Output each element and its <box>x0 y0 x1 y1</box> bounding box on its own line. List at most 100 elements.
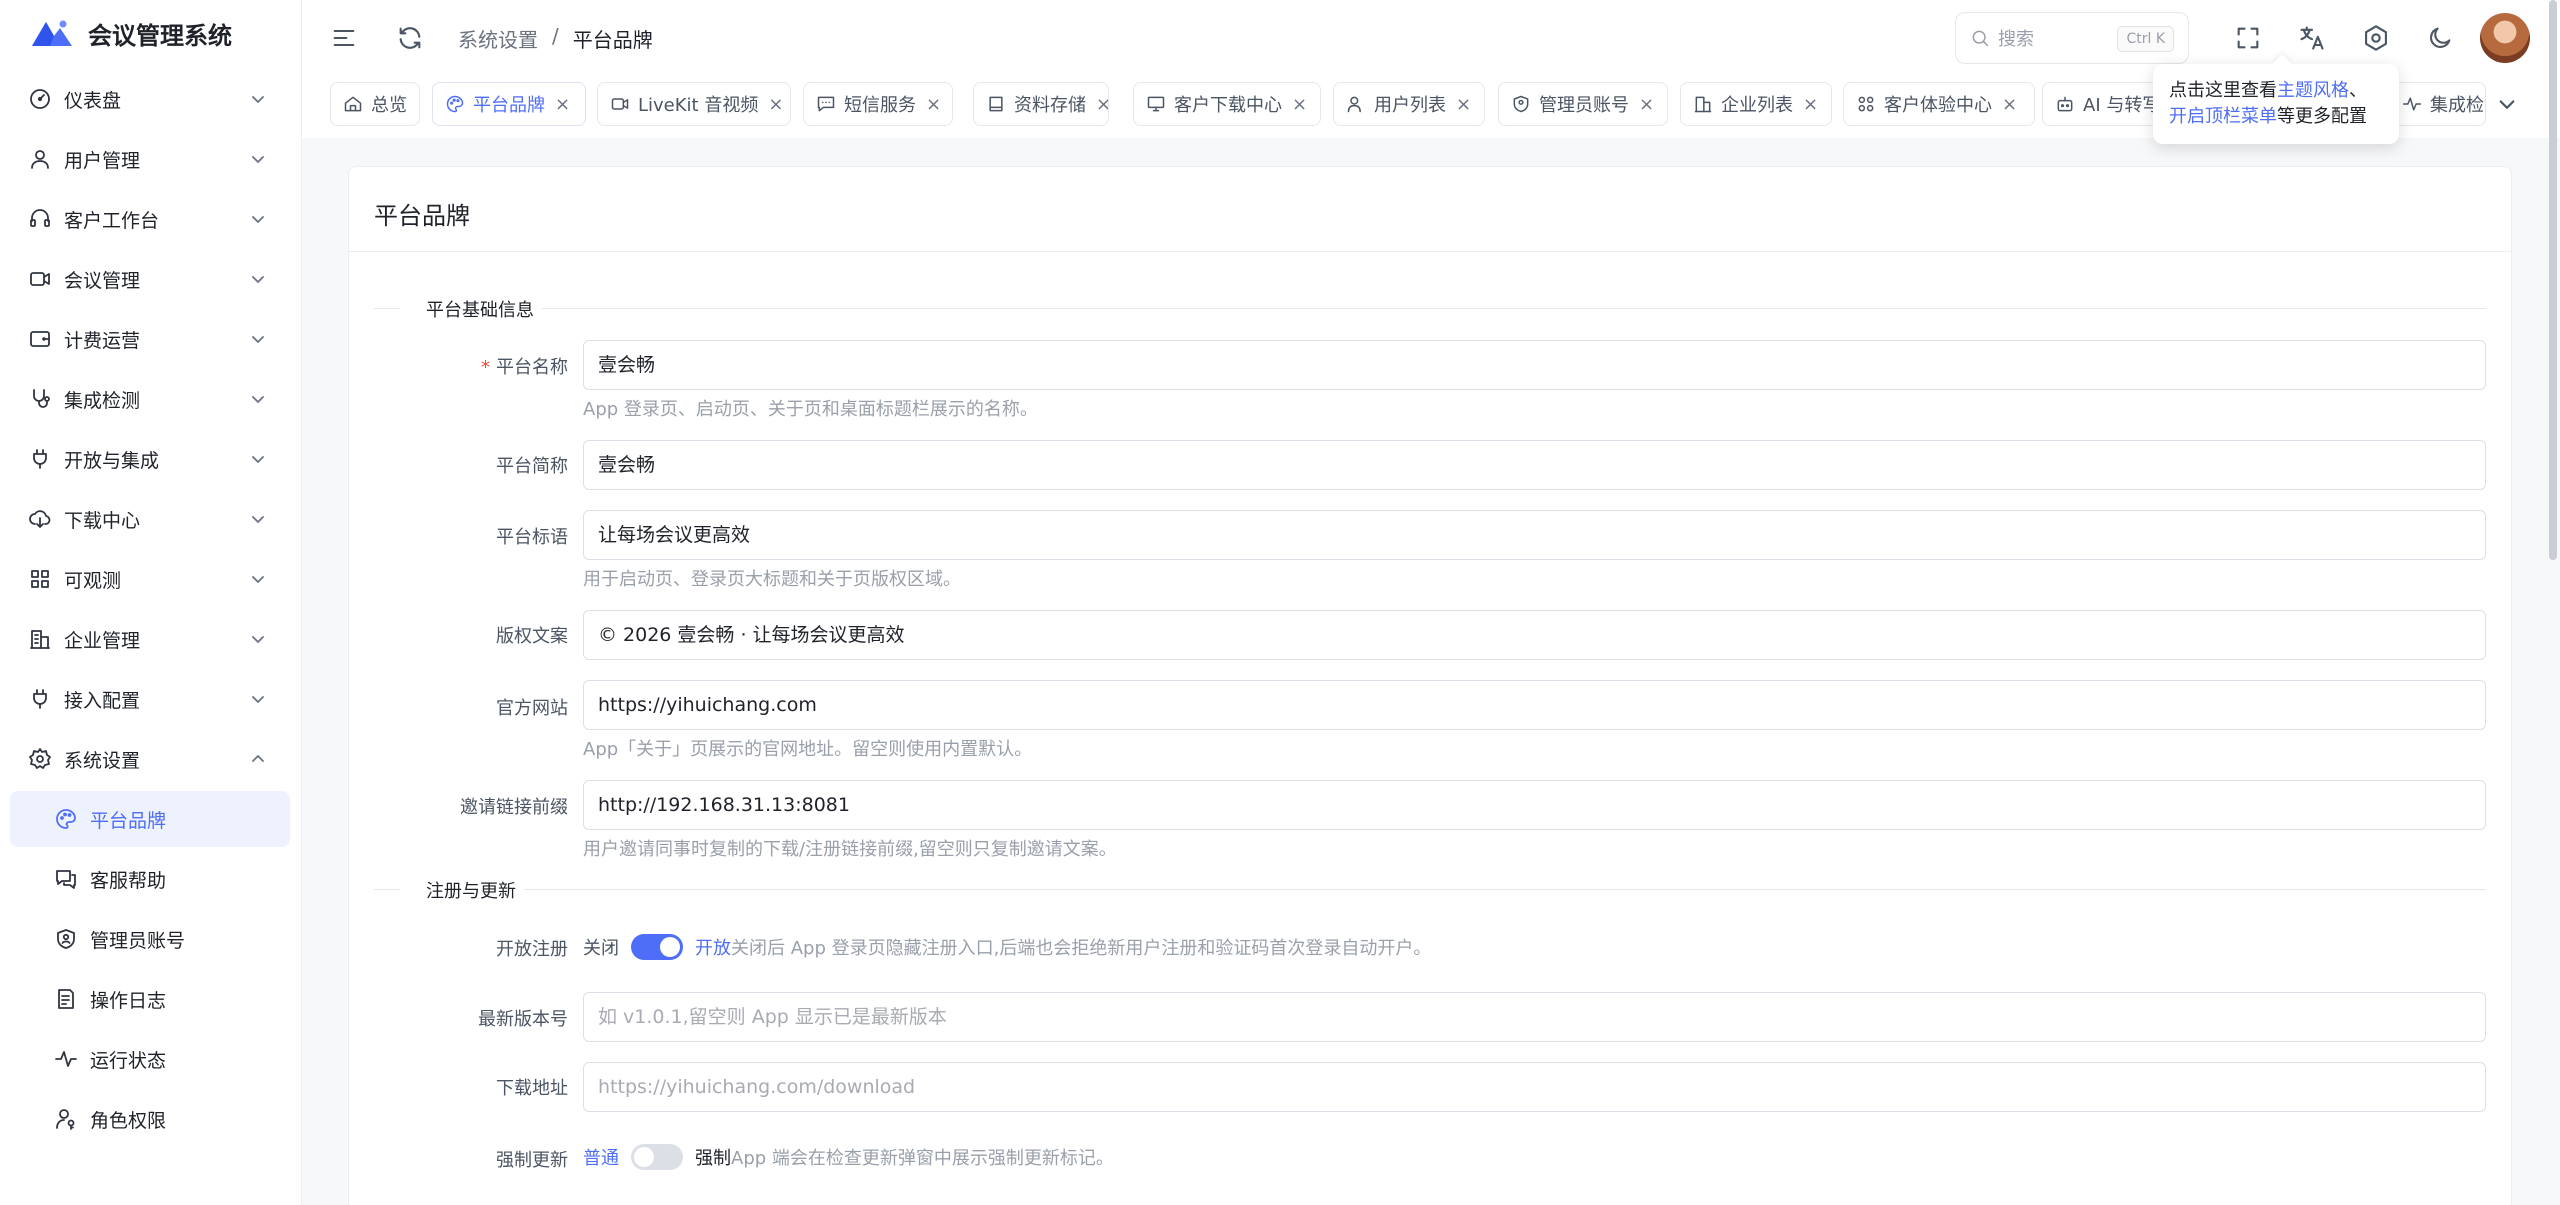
sidebar-item-downloads[interactable]: 下载中心 <box>10 491 290 547</box>
breadcrumb-item[interactable]: 系统设置 <box>458 24 538 53</box>
platform-name-input[interactable]: 壹会畅 <box>583 340 2486 390</box>
breadcrumb: 系统设置 / 平台品牌 <box>458 24 653 53</box>
website-input[interactable]: https://yihuichang.com <box>583 680 2486 730</box>
search-placeholder: 搜索 <box>1998 29 2034 50</box>
tabs-more-button[interactable] <box>2488 82 2526 126</box>
home-icon <box>343 94 363 114</box>
sidebar-item-meetings[interactable]: 会议管理 <box>10 251 290 307</box>
close-icon[interactable]: × <box>926 94 941 115</box>
tab-label: 客户下载中心 <box>1174 95 1282 116</box>
sidebar-item-billing[interactable]: 计费运营 <box>10 311 290 367</box>
wallet-icon <box>28 327 52 351</box>
avatar[interactable] <box>2480 13 2530 63</box>
force-update-row: 普通 强制 App 端会在检查更新弹窗中展示强制更新标记。 <box>583 1142 1114 1172</box>
close-icon[interactable]: × <box>1639 94 1654 115</box>
platform-short-name-input[interactable]: 壹会畅 <box>583 440 2486 490</box>
sidebar-item-enterprise[interactable]: 企业管理 <box>10 611 290 667</box>
switch-off-label: 关闭 <box>583 938 619 959</box>
field-hint: 关闭后 App 登录页隐藏注册入口,后端也会拒绝新用户注册和验证码首次登录自动开… <box>731 938 1432 959</box>
sidebar-item-open-integration[interactable]: 开放与集成 <box>10 431 290 487</box>
invite-prefix-input[interactable]: http://192.168.31.13:8081 <box>583 780 2486 830</box>
video-icon <box>610 94 630 114</box>
sidebar-item-integration-check[interactable]: 集成检测 <box>10 371 290 427</box>
close-icon[interactable]: × <box>1096 94 1108 115</box>
refresh-icon[interactable] <box>396 24 424 52</box>
force-update-switch[interactable] <box>631 1144 683 1170</box>
sidebar-item-customer-workbench[interactable]: 客户工作台 <box>10 191 290 247</box>
pulse-icon <box>2402 94 2422 114</box>
platform-slogan-input[interactable]: 让每场会议更高效 <box>583 510 2486 560</box>
fullscreen-icon[interactable] <box>2234 24 2262 52</box>
shield-icon <box>1511 94 1531 114</box>
tab-label: AI 与转写 <box>2083 95 2161 116</box>
close-icon[interactable]: × <box>1803 94 1818 115</box>
sidebar-subitem-operation-log[interactable]: 操作日志 <box>10 971 290 1027</box>
sidebar-item-label: 企业管理 <box>64 629 141 652</box>
translate-icon[interactable] <box>2298 24 2326 52</box>
sidebar-subitem-admin-accounts[interactable]: 管理员账号 <box>10 911 290 967</box>
sidebar-item-observability[interactable]: 可观测 <box>10 551 290 607</box>
chat-icon <box>54 867 78 891</box>
tab-customer-downloads[interactable]: 客户下载中心 × <box>1133 82 1321 126</box>
user-icon <box>1346 94 1366 114</box>
grid-icon <box>28 567 52 591</box>
brand[interactable]: 会议管理系统 <box>30 14 232 52</box>
sidebar: 会议管理系统 仪表盘 用户管理 客户工作台 会议管理 计费运营 集成检测 开放与… <box>0 0 302 1205</box>
close-icon[interactable]: × <box>2002 94 2017 115</box>
divider <box>524 889 2486 890</box>
sidebar-item-system-settings[interactable]: 系统设置 <box>10 731 290 787</box>
tab-user-list[interactable]: 用户列表 × <box>1333 82 1485 126</box>
top-menu-link[interactable]: 开启顶栏菜单 <box>2169 106 2277 127</box>
chevron-down-icon <box>2497 94 2517 114</box>
latest-version-input[interactable]: 如 v1.0.1,留空则 App 显示已是最新版本 <box>583 992 2486 1042</box>
field-hint: 用户邀请同事时复制的下载/注册链接前缀,留空则只复制邀请文案。 <box>583 839 1117 860</box>
theme-style-link[interactable]: 主题风格 <box>2277 80 2349 101</box>
sidebar-item-label: 用户管理 <box>64 149 141 172</box>
field-hint: 用于启动页、登录页大标题和关于页版权区域。 <box>583 569 961 590</box>
tooltip-text: 等更多配置 <box>2277 106 2367 127</box>
sidebar-subitem-platform-brand[interactable]: 平台品牌 <box>10 791 290 847</box>
page-scrollbar[interactable] <box>2549 0 2557 560</box>
switch-on-label: 开放 <box>695 938 731 959</box>
monitor-icon <box>1146 94 1166 114</box>
tab-label: 总览 <box>371 95 407 116</box>
tab-platform-brand[interactable]: 平台品牌 × <box>432 82 586 126</box>
tab-integration-check[interactable]: 集成检测 <box>2390 82 2486 126</box>
tab-admin-accounts[interactable]: 管理员账号 × <box>1498 82 1668 126</box>
tab-customer-experience[interactable]: 客户体验中心 × <box>1843 82 2035 126</box>
tab-enterprise-list[interactable]: 企业列表 × <box>1680 82 1832 126</box>
tab-overview[interactable]: 总览 <box>330 82 420 126</box>
sidebar-item-access-config[interactable]: 接入配置 <box>10 671 290 727</box>
sidebar-subitem-role-permissions[interactable]: 角色权限 <box>10 1091 290 1147</box>
open-register-switch[interactable] <box>631 934 683 960</box>
close-icon[interactable]: × <box>768 94 783 115</box>
menu-toggle-icon[interactable] <box>330 24 358 52</box>
search-input[interactable]: 搜索 Ctrl K <box>1955 12 2189 64</box>
section-title: 注册与更新 <box>426 881 516 902</box>
download-url-input[interactable]: https://yihuichang.com/download <box>583 1062 2486 1112</box>
close-icon[interactable]: × <box>555 94 570 115</box>
close-icon[interactable]: × <box>1292 94 1307 115</box>
switch-knob <box>634 1147 654 1167</box>
chevron-down-icon <box>250 151 266 167</box>
sidebar-item-users[interactable]: 用户管理 <box>10 131 290 187</box>
tab-sms[interactable]: 短信服务 × <box>803 82 953 126</box>
chevron-up-icon <box>250 751 266 767</box>
sidebar-item-label: 仪表盘 <box>64 89 122 112</box>
close-icon[interactable]: × <box>1456 94 1471 115</box>
headset-icon <box>28 207 52 231</box>
sidebar-subitem-label: 角色权限 <box>90 1109 167 1132</box>
moon-icon[interactable] <box>2426 24 2454 52</box>
sidebar-subitem-run-status[interactable]: 运行状态 <box>10 1031 290 1087</box>
field-hint: App 端会在检查更新弹窗中展示强制更新标记。 <box>731 1148 1114 1169</box>
user-key-icon <box>54 1107 78 1131</box>
sidebar-subitem-label: 客服帮助 <box>90 869 167 892</box>
sidebar-subitem-support[interactable]: 客服帮助 <box>10 851 290 907</box>
sidebar-item-dashboard[interactable]: 仪表盘 <box>10 71 290 127</box>
app-title: 会议管理系统 <box>88 21 232 50</box>
tab-storage[interactable]: 资料存储 × <box>973 82 1109 126</box>
tab-livekit[interactable]: LiveKit 音视频 × <box>597 82 791 126</box>
settings-icon[interactable] <box>2362 24 2390 52</box>
required-mark: * <box>481 357 490 378</box>
copyright-input[interactable]: © 2026 壹会畅 · 让每场会议更高效 <box>583 610 2486 660</box>
